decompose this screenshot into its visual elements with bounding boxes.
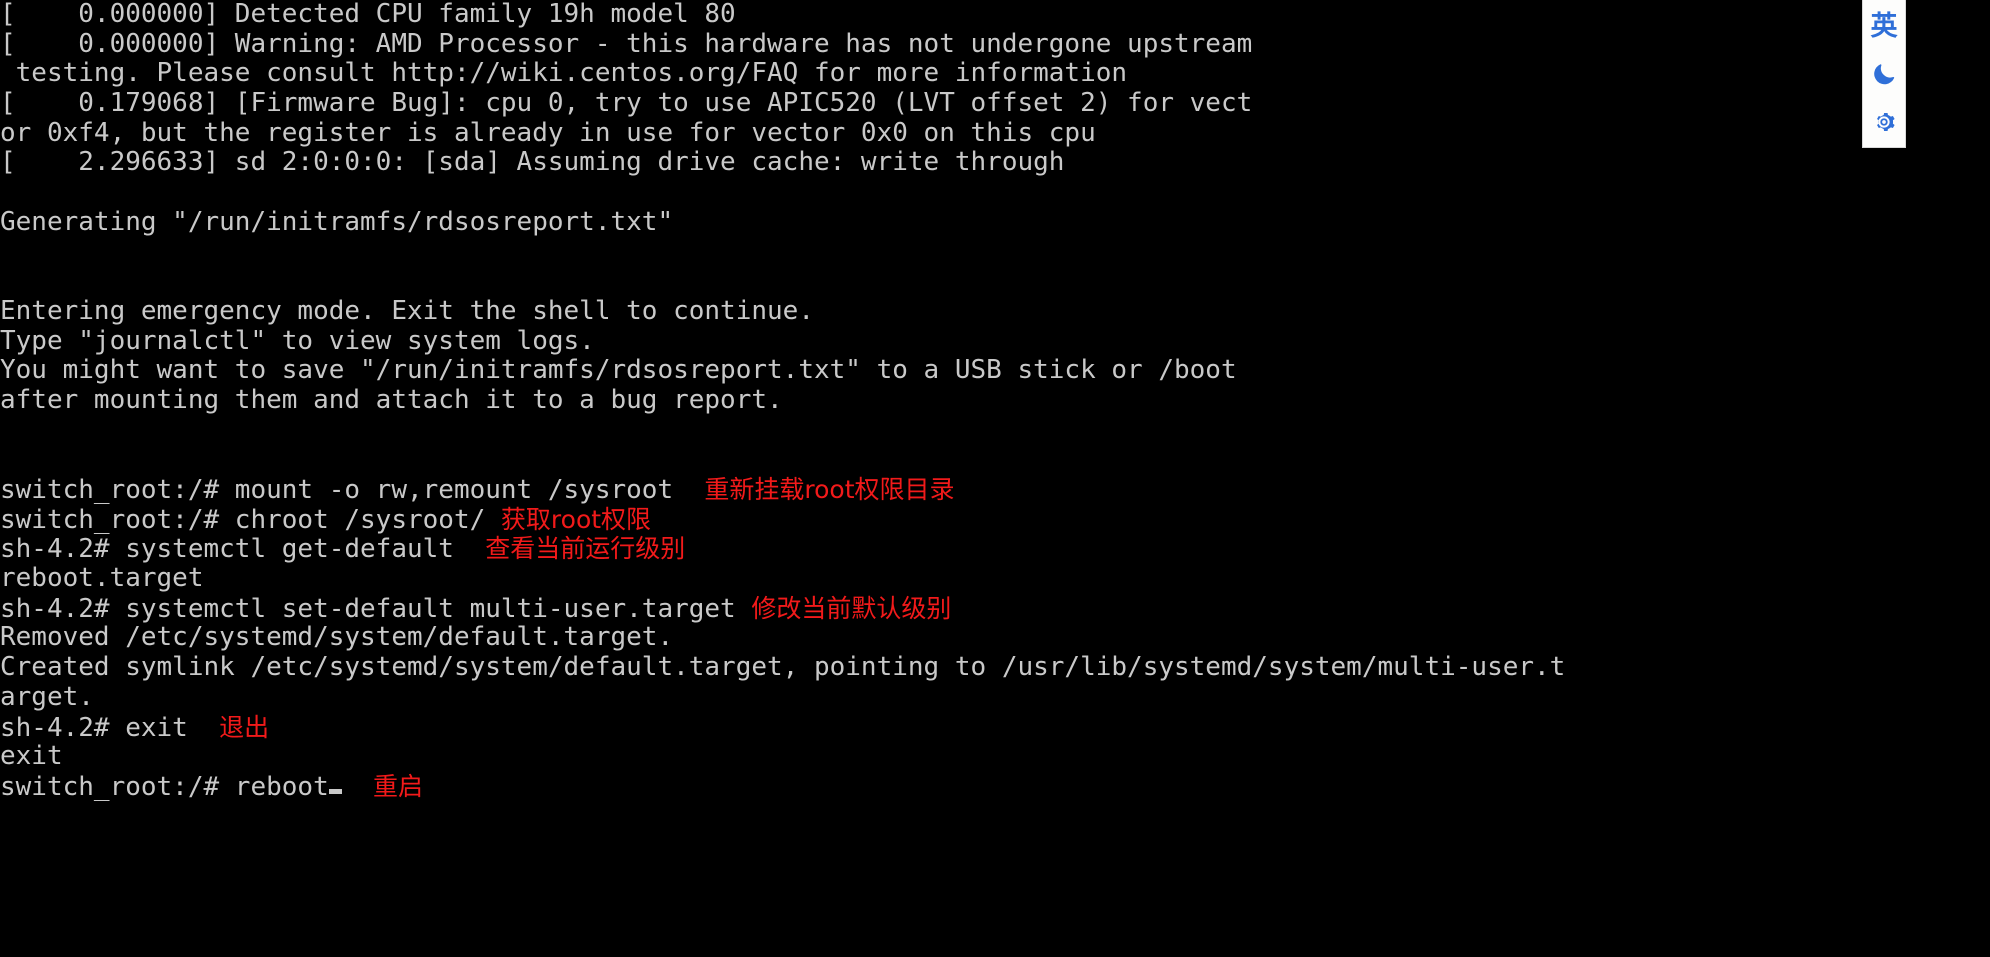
terminal-console[interactable]: [ 0.000000] Detected CPU family 19h mode… (0, 0, 1990, 957)
red-annotation-label: 重新挂载root权限目录 (704, 475, 955, 504)
console-output-line: testing. Please consult http://wiki.cent… (0, 59, 1990, 89)
console-command-line: switch_root:/# mount -o rw,remount /sysr… (0, 475, 1990, 505)
console-output-line (0, 445, 1990, 475)
console-line-text: after mounting them and attach it to a b… (0, 384, 783, 415)
console-line-text: sh-4.2# systemctl get-default (0, 534, 454, 565)
console-line-text: sh-4.2# systemctl set-default multi-user… (0, 593, 736, 624)
console-output-line: reboot.target (0, 563, 1990, 594)
console-line-text: [ 0.000000] Warning: AMD Processor - thi… (0, 28, 1253, 59)
console-line-text: [ 0.179068] [Firmware Bug]: cpu 0, try t… (0, 88, 1253, 119)
annotation-spacer (188, 713, 219, 743)
console-command-line: switch_root:/# reboot 重启 (0, 772, 1990, 802)
console-line-text: reboot.target (0, 563, 204, 594)
console-line-text: Entering emergency mode. Exit the shell … (0, 295, 814, 326)
console-output-line: Removed /etc/systemd/system/default.targ… (0, 623, 1990, 653)
console-output-line: Generating "/run/initramfs/rdsosreport.t… (0, 206, 1990, 238)
console-output-line: exit (0, 741, 1990, 772)
console-line-text (0, 444, 16, 474)
console-line-text: switch_root:/# mount -o rw,remount /sysr… (0, 475, 674, 505)
annotation-spacer (342, 772, 373, 802)
console-line-text: exit (0, 741, 63, 772)
console-line-text: switch_root:/# reboot (0, 771, 329, 802)
console-line-text: or 0xf4, but the register is already in … (0, 117, 1096, 148)
dark-mode-button[interactable] (1863, 50, 1905, 98)
console-line-text: Type "journalctl" to view system logs. (0, 325, 595, 356)
console-output-line (0, 267, 1990, 297)
annotation-spacer (454, 534, 485, 564)
console-output-line: Type "journalctl" to view system logs. (0, 325, 1990, 357)
console-line-text (0, 237, 16, 267)
console-output-line: after mounting them and attach it to a b… (0, 384, 1990, 416)
console-output-line: Entering emergency mode. Exit the shell … (0, 295, 1990, 327)
text-cursor (328, 788, 342, 794)
console-output-line: arget. (0, 681, 1990, 713)
console-output-line: Created symlink /etc/systemd/system/defa… (0, 652, 1990, 683)
console-line-text: sh-4.2# exit (0, 712, 188, 743)
console-line-text: You might want to save "/run/initramfs/r… (0, 355, 1237, 386)
console-line-text: [ 0.000000] Detected CPU family 19h mode… (0, 0, 736, 29)
red-annotation-label: 获取root权限 (500, 504, 652, 534)
console-output-line: [ 0.000000] Warning: AMD Processor - thi… (0, 28, 1990, 60)
console-output-line (0, 178, 1990, 208)
console-line-text: testing. Please consult http://wiki.cent… (0, 58, 1128, 89)
console-command-line: sh-4.2# systemctl set-default multi-user… (0, 594, 1990, 624)
console-line-text: arget. (0, 681, 94, 712)
console-output-line: [ 2.296633] sd 2:0:0:0: [sda] Assuming d… (0, 148, 1990, 178)
console-command-line: sh-4.2# exit 退出 (0, 713, 1990, 743)
console-line-text: [ 2.296633] sd 2:0:0:0: [sda] Assuming d… (0, 147, 1065, 178)
ime-floating-toolbar[interactable]: 英 (1862, 0, 1906, 148)
console-line-text (0, 415, 16, 445)
console-output-line: You might want to save "/run/initramfs/r… (0, 355, 1990, 386)
console-output-line: [ 0.000000] Detected CPU family 19h mode… (0, 0, 1990, 30)
settings-button[interactable] (1863, 98, 1905, 146)
console-output-line: [ 0.179068] [Firmware Bug]: cpu 0, try t… (0, 88, 1990, 119)
console-line-text: Created symlink /etc/systemd/system/defa… (0, 652, 1566, 683)
annotation-spacer (673, 475, 704, 505)
console-output-line (0, 416, 1990, 446)
console-line-text (0, 266, 16, 296)
red-annotation-label: 退出 (219, 712, 270, 742)
language-mode-button[interactable]: 英 (1863, 2, 1905, 50)
red-annotation-label: 查看当前运行级别 (485, 534, 686, 564)
annotation-spacer (736, 594, 752, 624)
console-line-text: Removed /etc/systemd/system/default.targ… (0, 622, 674, 653)
console-command-line: sh-4.2# systemctl get-default 查看当前运行级别 (0, 534, 1990, 564)
gear-icon (1871, 109, 1897, 135)
console-line-text: switch_root:/# chroot /sysroot/ (0, 504, 486, 535)
console-command-line: switch_root:/# chroot /sysroot/ 获取root权限 (0, 505, 1990, 535)
red-annotation-label: 修改当前默认级别 (751, 593, 952, 623)
annotation-spacer (485, 505, 501, 535)
moon-icon (1871, 61, 1897, 87)
console-output-line (0, 238, 1990, 268)
console-output-line: or 0xf4, but the register is already in … (0, 117, 1990, 149)
console-line-text (0, 177, 16, 207)
console-line-text: Generating "/run/initramfs/rdsosreport.t… (0, 206, 674, 237)
red-annotation-label: 重启 (373, 771, 424, 801)
language-english-icon: 英 (1870, 10, 1898, 42)
